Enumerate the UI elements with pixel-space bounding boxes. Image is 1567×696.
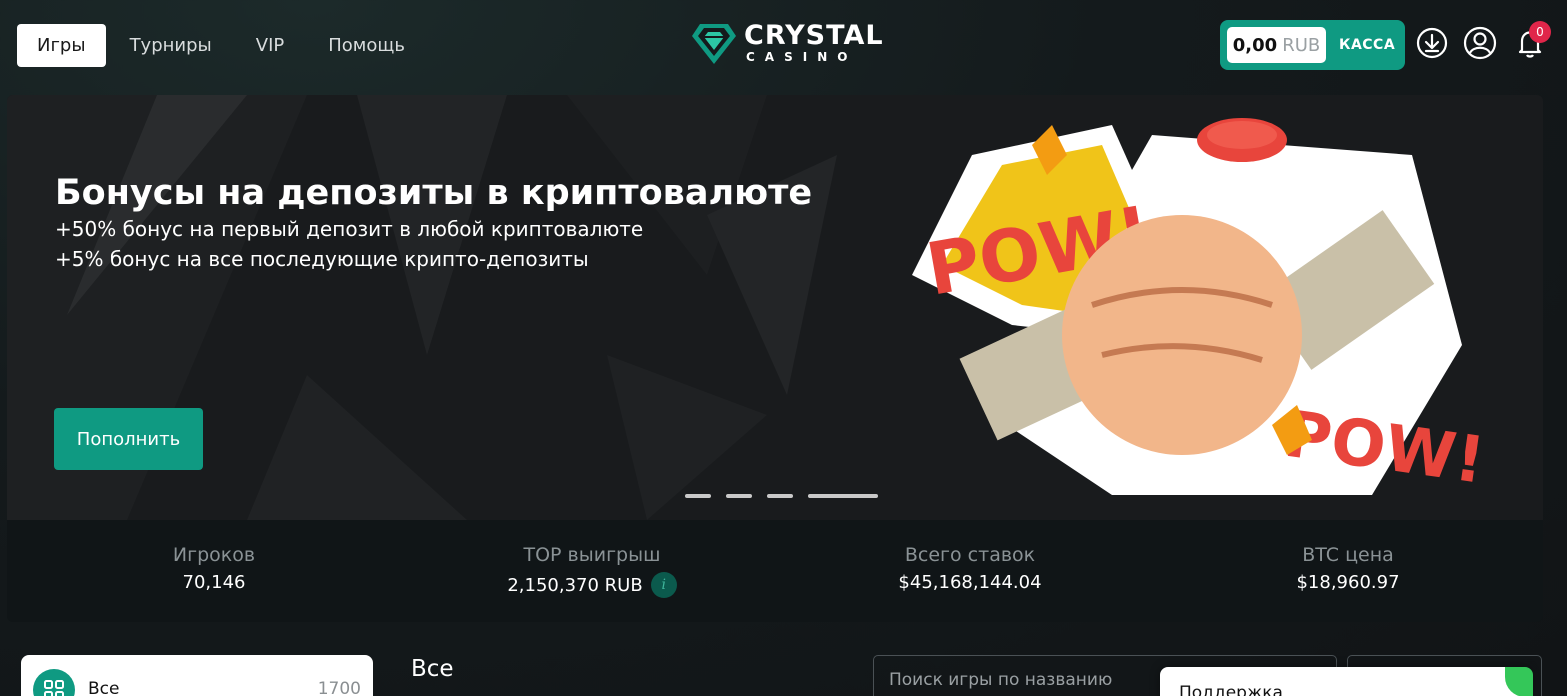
online-status-indicator — [1505, 667, 1533, 696]
stat-value: 2,150,370 RUB — [507, 574, 643, 596]
nav-help[interactable]: Помощь — [308, 24, 425, 67]
deposit-button[interactable]: Пополнить — [54, 408, 203, 470]
carousel-dot[interactable] — [767, 494, 793, 498]
stat-value: $18,960.97 — [1296, 572, 1400, 593]
stat-label: TOP выигрыш — [523, 544, 661, 566]
main-nav: Игры Турниры VIP Помощь — [17, 24, 429, 67]
nav-games[interactable]: Игры — [17, 24, 106, 67]
carousel-dots — [685, 494, 893, 498]
notification-badge: 0 — [1529, 21, 1551, 43]
stat-top-win: TOP выигрыш 2,150,370 RUB i — [442, 544, 742, 598]
banner-line-1: +50% бонус на первый депозит в любой кри… — [55, 217, 644, 241]
banner-title: Бонусы на депозиты в криптовалюте — [55, 173, 813, 213]
support-label: Поддержка — [1179, 683, 1283, 696]
header: Игры Турниры VIP Помощь CRYSTAL CASINO 0… — [0, 0, 1567, 92]
stats-bar: Игроков 70,146 TOP выигрыш 2,150,370 RUB… — [7, 520, 1543, 622]
grid-icon — [33, 669, 75, 696]
logo-word-casino: CASINO — [746, 50, 858, 64]
stat-value: $45,168,144.04 — [898, 572, 1042, 593]
banner-line-2: +5% бонус на все последующие крипто-депо… — [55, 247, 589, 271]
info-icon[interactable]: i — [650, 572, 677, 598]
pow-fist-illustration: POW! POW! — [912, 118, 1489, 499]
nav-vip[interactable]: VIP — [236, 24, 304, 67]
balance-display: 0,00 RUB — [1227, 27, 1326, 63]
category-count: 1700 — [317, 679, 361, 696]
carousel-dot[interactable] — [726, 494, 752, 498]
carousel-dot-active[interactable] — [808, 494, 878, 498]
nav-tournaments[interactable]: Турниры — [110, 24, 232, 67]
support-widget[interactable]: Поддержка — [1160, 667, 1533, 696]
stat-label: BTC цена — [1302, 544, 1394, 566]
logo-word-crystal: CRYSTAL — [744, 20, 884, 51]
stat-total-bets: Всего ставок $45,168,144.04 — [820, 544, 1120, 593]
carousel-dot[interactable] — [685, 494, 711, 498]
logo[interactable]: CRYSTAL CASINO — [690, 20, 883, 68]
balance-amount: 0,00 — [1232, 34, 1278, 56]
stat-label: Игроков — [172, 544, 256, 566]
balance-currency: RUB — [1282, 34, 1321, 56]
stat-btc-price: BTC цена $18,960.97 — [1198, 544, 1498, 593]
stat-label: Всего ставок — [904, 544, 1036, 566]
wallet-widget[interactable]: 0,00 RUB КАССА — [1220, 20, 1405, 70]
stat-value: 70,146 — [182, 572, 246, 593]
cashier-button[interactable]: КАССА — [1339, 37, 1395, 53]
download-icon[interactable] — [1415, 26, 1449, 60]
stat-value-row: 2,150,370 RUB i — [442, 572, 742, 598]
category-label: Все — [88, 679, 120, 696]
crystal-logo-icon — [692, 24, 736, 64]
stat-players: Игроков 70,146 — [64, 544, 364, 593]
user-icon[interactable] — [1463, 26, 1497, 60]
category-item-all[interactable]: Все 1700 — [21, 655, 373, 696]
promo-banner[interactable]: POW! POW! Бонусы на депозиты в криптовал… — [7, 95, 1543, 520]
section-title: Все — [411, 656, 454, 682]
